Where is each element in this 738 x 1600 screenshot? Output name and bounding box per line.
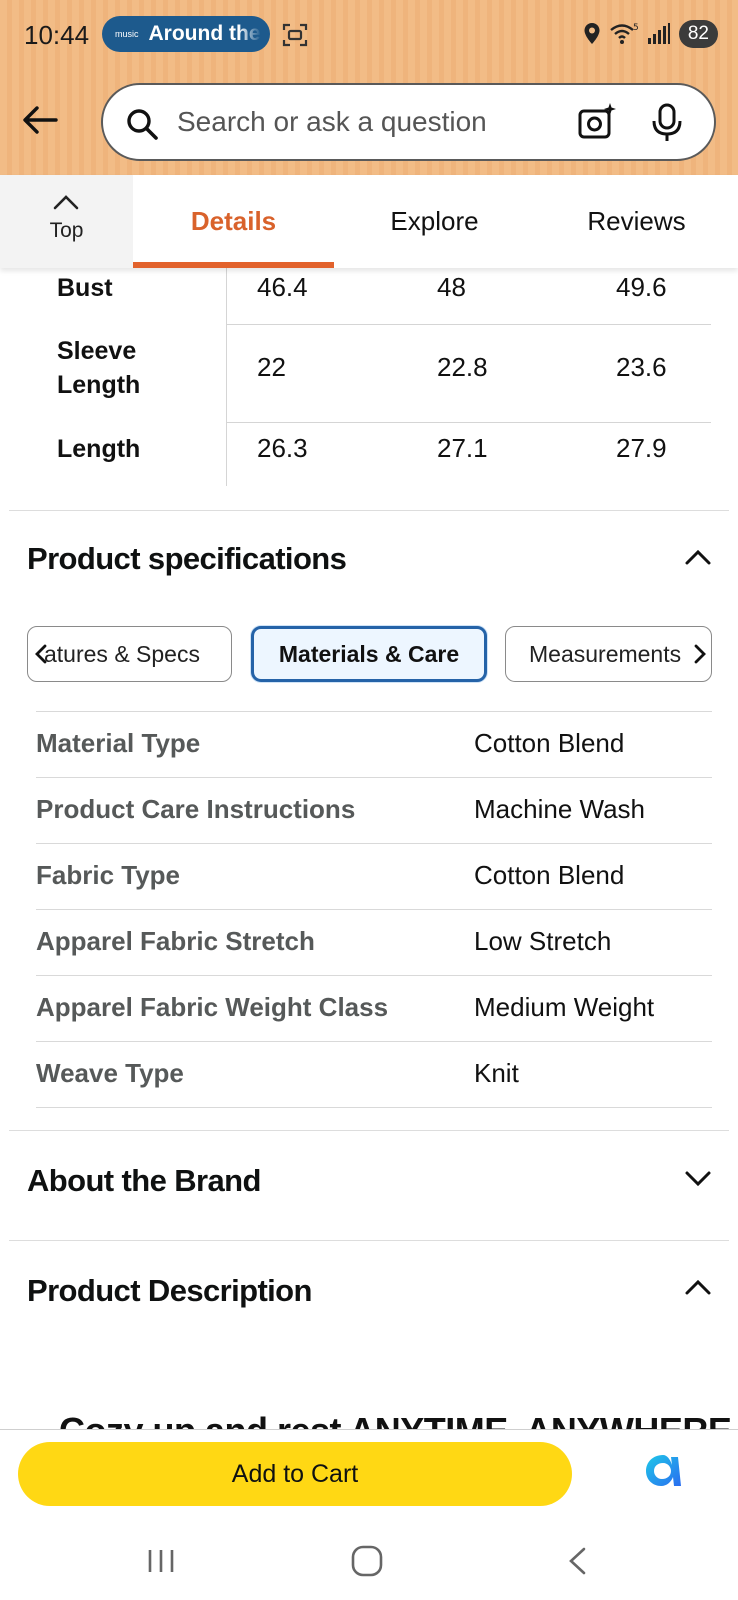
pill-features-specs[interactable]: atures & Specs xyxy=(27,626,232,682)
spec-key: Material Type xyxy=(36,728,201,758)
spec-key: Weave Type xyxy=(36,1058,184,1088)
product-specifications-title[interactable]: Product specifications xyxy=(27,541,347,577)
add-to-cart-button[interactable]: Add to Cart xyxy=(18,1442,572,1506)
spec-value: Machine Wash xyxy=(474,794,645,824)
top-label: Top xyxy=(49,219,84,242)
spec-row: Material Type Cotton Blend xyxy=(36,711,712,777)
search-placeholder: Search or ask a question xyxy=(177,106,487,137)
spec-row: Apparel Fabric Stretch Low Stretch xyxy=(36,909,712,975)
spec-value: Medium Weight xyxy=(474,992,655,1022)
description-heading: Cozy up and rest ANYTIME, ANYWHERE xyxy=(59,1410,732,1430)
pill-materials-care[interactable]: Materials & Care xyxy=(251,626,487,682)
spec-value: Cotton Blend xyxy=(474,728,625,758)
section-divider xyxy=(9,1130,729,1131)
spec-key: Apparel Fabric Stretch xyxy=(36,926,315,956)
camera-icon[interactable] xyxy=(577,102,617,142)
screenshot-icon xyxy=(282,23,308,47)
size-chart-table: Bust 46.4 48 49.6 Sleeve Length 22 22.8 … xyxy=(0,268,738,486)
signal-icon xyxy=(647,23,670,44)
spec-row: Product Care Instructions Machine Wash xyxy=(36,777,712,843)
chevron-left-icon xyxy=(35,644,47,664)
status-icons: 5 82 xyxy=(583,18,718,50)
chevron-up-icon[interactable] xyxy=(684,1278,712,1296)
wifi-icon: 5 xyxy=(610,23,639,44)
spec-value: Cotton Blend xyxy=(474,860,625,890)
home-icon[interactable] xyxy=(350,1544,384,1578)
search-input[interactable]: Search or ask a question xyxy=(101,83,716,161)
size-cell: 48 xyxy=(437,272,466,302)
mic-icon[interactable] xyxy=(649,103,685,143)
table-divider xyxy=(227,422,711,423)
alexa-icon[interactable] xyxy=(641,1449,685,1493)
chevron-up-icon xyxy=(53,195,79,210)
size-cell: 46.4 xyxy=(257,272,308,302)
about-brand-title[interactable]: About the Brand xyxy=(27,1163,261,1199)
spec-row: Weave Type Knit xyxy=(36,1041,712,1107)
size-cell: 27.1 xyxy=(437,433,488,463)
bottom-action-bar: Add to Cart xyxy=(0,1429,738,1600)
tab-explore[interactable]: Explore xyxy=(334,175,535,268)
spec-value: Knit xyxy=(474,1058,519,1088)
spec-table-end xyxy=(36,1107,712,1108)
size-cell: 49.6 xyxy=(616,272,667,302)
music-logo: music xyxy=(115,28,139,39)
size-cell: 23.6 xyxy=(616,352,667,382)
battery-indicator: 82 xyxy=(678,20,718,48)
scroll-top-button[interactable]: Top xyxy=(0,175,133,268)
pill-measurements[interactable]: Measurements xyxy=(505,626,712,682)
size-cell: 22 xyxy=(257,352,286,382)
svg-text:5: 5 xyxy=(633,23,639,33)
pill-label: atures & Specs xyxy=(44,640,200,667)
chevron-up-icon[interactable] xyxy=(684,548,712,566)
search-icon xyxy=(127,109,158,140)
pill-label: Materials & Care xyxy=(278,640,460,667)
section-divider xyxy=(9,510,729,511)
music-notification-pill[interactable]: music Around the xyxy=(102,16,270,52)
status-bar: 10:44 music Around the 5 82 xyxy=(0,0,738,70)
spec-key: Product Care Instructions xyxy=(36,794,356,824)
tab-reviews[interactable]: Reviews xyxy=(535,175,738,268)
chevron-down-icon[interactable] xyxy=(684,1170,712,1188)
size-cell: 22.8 xyxy=(437,352,488,382)
section-divider xyxy=(9,1240,729,1241)
spec-key: Fabric Type xyxy=(36,860,181,890)
size-cell: 27.9 xyxy=(616,433,667,463)
chevron-right-icon xyxy=(694,644,706,664)
tab-details[interactable]: Details xyxy=(133,175,334,268)
table-divider xyxy=(227,324,711,325)
spec-row: Fabric Type Cotton Blend xyxy=(36,843,712,909)
music-track-text: Around the xyxy=(148,22,261,45)
size-row-label: Sleeve Length xyxy=(57,337,141,399)
size-row-label: Length xyxy=(57,435,141,463)
table-divider xyxy=(226,268,227,486)
size-row-label: Bust xyxy=(57,274,113,302)
spec-row: Apparel Fabric Weight Class Medium Weigh… xyxy=(36,975,712,1041)
description-peek: Cozy up and rest ANYTIME, ANYWHERE xyxy=(0,1404,738,1430)
header: 10:44 music Around the 5 82 Search or as… xyxy=(0,0,738,175)
product-description-title[interactable]: Product Description xyxy=(27,1273,312,1309)
recent-apps-icon[interactable] xyxy=(146,1546,176,1576)
spec-value: Low Stretch xyxy=(474,926,612,956)
product-detail-page: 10:44 music Around the 5 82 Search or as… xyxy=(0,0,738,1600)
size-cell: 26.3 xyxy=(257,433,308,463)
detail-tabs: Top Details Explore Reviews xyxy=(0,175,738,268)
location-icon xyxy=(584,23,600,44)
status-time: 10:44 xyxy=(24,20,90,50)
spec-key: Apparel Fabric Weight Class xyxy=(36,992,389,1022)
pill-label: Measurements xyxy=(529,640,682,667)
back-icon[interactable] xyxy=(565,1546,589,1576)
back-arrow-icon[interactable] xyxy=(20,100,60,140)
